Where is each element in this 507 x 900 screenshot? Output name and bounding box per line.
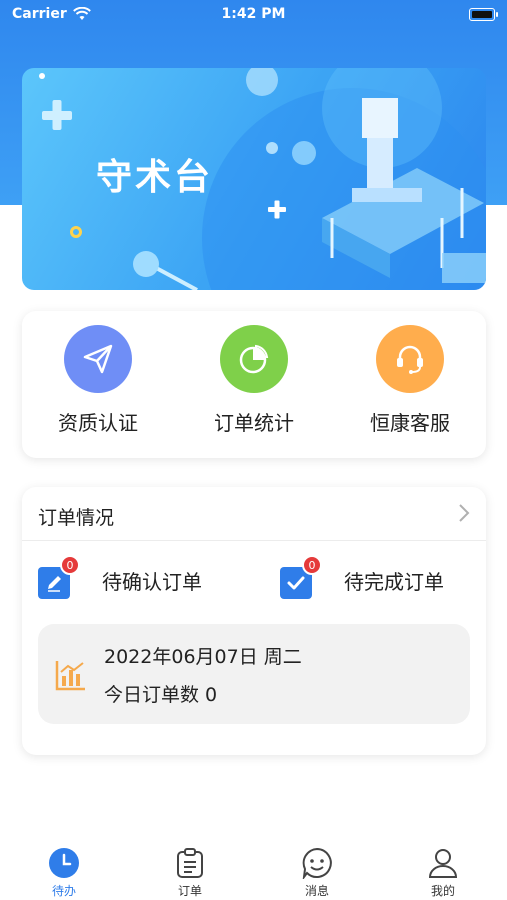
chat-face-icon [302,847,332,879]
tab-orders[interactable]: 订单 [150,846,230,899]
status-bar: Carrier 1:42 PM [0,0,507,28]
pending-confirm-item[interactable]: 0 待确认订单 [38,555,202,599]
status-time: 1:42 PM [221,6,286,22]
pending-complete-item[interactable]: 0 待完成订单 [280,555,444,599]
tab-profile-label: 我的 [430,884,455,898]
customer-service-button[interactable]: 恒康客服 [340,325,480,436]
person-icon [428,849,458,878]
today-order-count: 今日订单数 0 [104,684,218,706]
headset-icon [376,325,444,393]
tab-messages[interactable]: 消息 [277,846,357,899]
bar-chart-icon [55,661,85,691]
orders-header[interactable]: 订单情况 [22,487,486,541]
tab-orders-label: 订单 [177,884,202,898]
today-summary: 2022年06月07日 周二 今日订单数 0 [38,624,470,724]
chevron-right-icon [459,504,470,522]
qualification-button[interactable]: 资质认证 [28,325,168,436]
banner-illustration [39,68,486,290]
paper-plane-icon [64,325,132,393]
orders-card: 订单情况 0 待确认订单 0 待完成订单 2022年06月07日 周二 今日订单… [22,487,486,755]
tab-messages-label: 消息 [304,884,329,898]
today-date: 2022年06月07日 周二 [104,646,302,668]
clipboard-icon [177,848,203,878]
tab-profile[interactable]: 我的 [403,846,483,899]
banner-title: 守术台 [96,157,214,198]
banner-dot-icon [70,226,82,238]
banner[interactable]: 守术台 [22,68,486,290]
clock-icon [49,848,79,878]
customer-service-label: 恒康客服 [370,411,450,435]
pending-confirm-badge: 0 [60,555,80,575]
battery-icon [469,8,498,21]
tab-todo-label: 待办 [51,884,76,898]
tab-todo[interactable]: 待办 [24,846,104,899]
pending-complete-badge: 0 [302,555,322,575]
order-stats-label: 订单统计 [214,411,294,435]
quick-actions-card: 资质认证 订单统计 恒康客服 [22,311,486,458]
orders-title: 订单情况 [38,507,115,529]
tab-bar: 待办 订单 消息 我的 [0,836,507,900]
pie-chart-icon [220,325,288,393]
pending-complete-label: 待完成订单 [344,569,444,594]
qualification-label: 资质认证 [58,411,138,435]
pending-confirm-label: 待确认订单 [102,569,202,594]
order-stats-button[interactable]: 订单统计 [184,325,324,436]
